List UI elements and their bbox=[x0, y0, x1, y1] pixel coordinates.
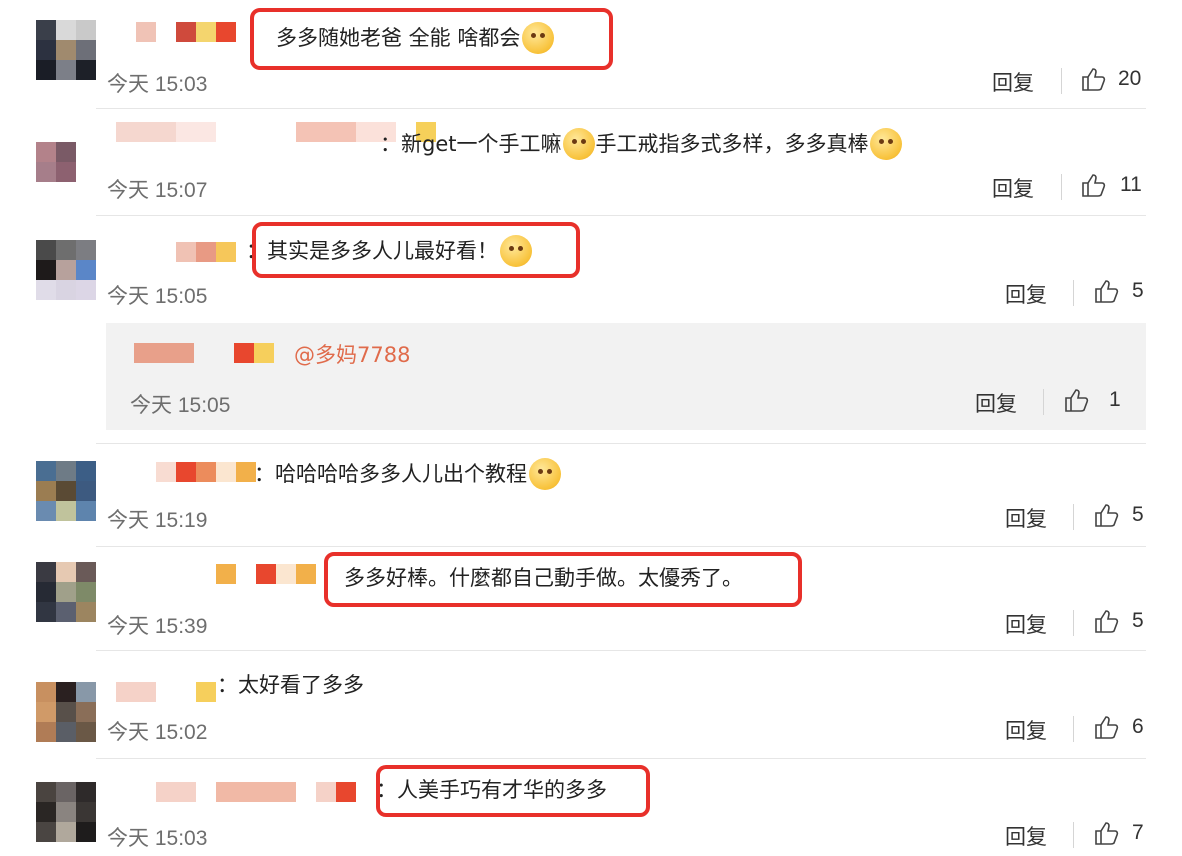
separator bbox=[1043, 389, 1044, 415]
thumbs-up-icon[interactable] bbox=[1093, 607, 1121, 635]
comment-text: ：哈哈哈哈多多人儿出个教程 bbox=[254, 458, 561, 490]
divider bbox=[96, 215, 1146, 216]
avatar[interactable] bbox=[36, 240, 96, 300]
comment-time: 今天 15:19 bbox=[107, 509, 208, 532]
separator bbox=[1073, 822, 1074, 848]
comment-time: 今天 15:05 bbox=[107, 285, 208, 308]
username-blurred[interactable] bbox=[136, 22, 236, 42]
separator bbox=[1073, 280, 1074, 306]
comment-time: 今天 15:03 bbox=[107, 73, 208, 96]
reply-button[interactable]: 回复 bbox=[1005, 821, 1047, 851]
avatar[interactable] bbox=[36, 782, 96, 842]
avatar[interactable] bbox=[36, 20, 96, 80]
comment-time: 今天 15:03 bbox=[107, 827, 208, 850]
like-count: 11 bbox=[1120, 173, 1142, 196]
comment-text-continued: 手工戒指多式多样，多多真棒 bbox=[595, 132, 869, 156]
reply-button[interactable]: 回复 bbox=[992, 173, 1034, 203]
highlight-box bbox=[252, 222, 580, 278]
like-count: 5 bbox=[1132, 503, 1144, 526]
thumbs-up-icon[interactable] bbox=[1080, 171, 1108, 199]
username-blurred[interactable] bbox=[156, 462, 256, 482]
username-blurred[interactable] bbox=[134, 343, 274, 363]
comment-time: 今天 15:07 bbox=[107, 179, 208, 202]
like-count: 1 bbox=[1109, 388, 1121, 411]
username-blurred[interactable] bbox=[116, 682, 216, 702]
reply-button[interactable]: 回复 bbox=[1005, 503, 1047, 533]
separator bbox=[1061, 68, 1062, 94]
comment-time: 今天 15:02 bbox=[107, 721, 208, 744]
like-count: 5 bbox=[1132, 609, 1144, 632]
thumbs-up-icon[interactable] bbox=[1080, 65, 1108, 93]
thumbs-up-icon[interactable] bbox=[1093, 277, 1121, 305]
comment-time: 今天 15:05 bbox=[130, 394, 231, 417]
divider bbox=[96, 546, 1146, 547]
avatar[interactable] bbox=[36, 461, 96, 521]
thumbs-up-icon[interactable] bbox=[1063, 386, 1091, 414]
reply-button[interactable]: 回复 bbox=[992, 67, 1034, 97]
username-blurred[interactable] bbox=[216, 564, 316, 584]
reply-button[interactable]: 回复 bbox=[975, 388, 1017, 418]
divider bbox=[96, 443, 1146, 444]
emoji-icon bbox=[870, 128, 903, 160]
emoji-icon bbox=[563, 128, 596, 160]
separator bbox=[1073, 610, 1074, 636]
like-count: 6 bbox=[1132, 715, 1144, 738]
avatar[interactable] bbox=[36, 682, 96, 742]
reply-button[interactable]: 回复 bbox=[1005, 609, 1047, 639]
separator bbox=[1073, 716, 1074, 742]
like-count: 20 bbox=[1118, 67, 1142, 90]
like-count: 7 bbox=[1132, 821, 1144, 844]
thumbs-up-icon[interactable] bbox=[1093, 501, 1121, 529]
mention-link[interactable]: @多妈7788 bbox=[294, 341, 410, 369]
highlight-box bbox=[250, 8, 613, 70]
separator bbox=[1061, 174, 1062, 200]
comment-text: ：新get一个手工嘛 手工戒指多式多样，多多真棒 bbox=[380, 128, 903, 160]
reply-button[interactable]: 回复 bbox=[1005, 279, 1047, 309]
avatar[interactable] bbox=[36, 562, 96, 622]
like-count: 5 bbox=[1132, 279, 1144, 302]
divider bbox=[96, 650, 1146, 651]
comment-time: 今天 15:39 bbox=[107, 615, 208, 638]
comment-text: ：太好看了多多 bbox=[217, 673, 364, 697]
thumbs-up-icon[interactable] bbox=[1093, 713, 1121, 741]
nested-reply: @多妈7788 今天 15:05 回复 1 bbox=[106, 323, 1146, 430]
highlight-box bbox=[376, 765, 650, 817]
divider bbox=[96, 758, 1146, 759]
username-blurred[interactable] bbox=[176, 242, 236, 262]
separator bbox=[1073, 504, 1074, 530]
avatar[interactable] bbox=[36, 122, 96, 182]
username-blurred[interactable] bbox=[156, 782, 356, 802]
thumbs-up-icon[interactable] bbox=[1093, 819, 1121, 847]
divider bbox=[96, 108, 1146, 109]
reply-button[interactable]: 回复 bbox=[1005, 715, 1047, 745]
emoji-icon bbox=[529, 458, 561, 490]
highlight-box bbox=[324, 552, 802, 607]
